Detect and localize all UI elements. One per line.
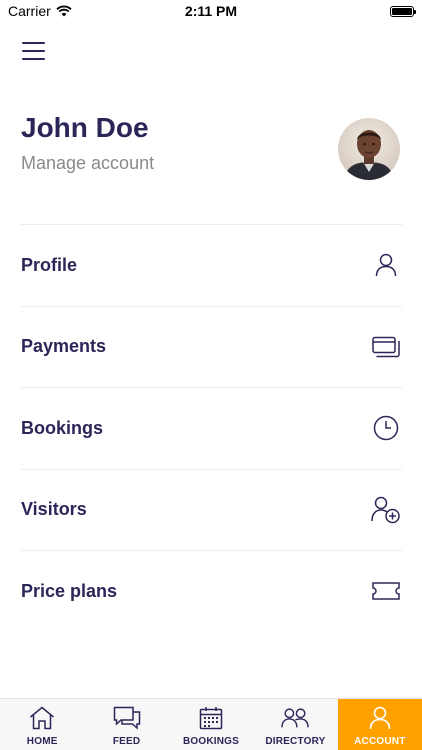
status-bar: Carrier 2:11 PM bbox=[0, 0, 422, 22]
menu-item-label: Payments bbox=[21, 336, 107, 357]
hamburger-line bbox=[22, 58, 45, 60]
carrier-label: Carrier bbox=[8, 3, 51, 19]
user-icon bbox=[366, 705, 394, 731]
menu-item-label: Bookings bbox=[21, 417, 104, 438]
menu-item-visitors[interactable]: Visitors bbox=[21, 468, 402, 551]
ticket-icon bbox=[371, 576, 401, 606]
bottom-tab-bar: HOME FEED BOOKINGS DIRECTORY ACCOUNT bbox=[0, 698, 422, 750]
people-icon bbox=[281, 705, 310, 731]
tab-label: DIRECTORY bbox=[265, 736, 326, 747]
cards-icon bbox=[371, 332, 401, 362]
status-left: Carrier bbox=[8, 3, 72, 19]
account-menu: Profile Payments Bookings Visitors Price… bbox=[21, 224, 402, 632]
home-icon bbox=[28, 705, 56, 731]
tab-label: ACCOUNT bbox=[354, 736, 406, 747]
menu-item-label: Visitors bbox=[21, 499, 87, 520]
tab-feed[interactable]: FEED bbox=[84, 699, 168, 750]
menu-item-payments[interactable]: Payments bbox=[21, 305, 402, 388]
user-icon bbox=[371, 250, 401, 280]
user-name: John Doe bbox=[21, 112, 149, 143]
clock-icon bbox=[371, 413, 401, 443]
menu-item-price-plans[interactable]: Price plans bbox=[21, 550, 402, 632]
battery-icon bbox=[390, 5, 416, 17]
tab-label: FEED bbox=[112, 736, 141, 747]
hamburger-line bbox=[22, 42, 45, 44]
menu-item-bookings[interactable]: Bookings bbox=[21, 387, 402, 469]
manage-account-link[interactable]: Manage account bbox=[21, 153, 154, 174]
avatar-image bbox=[338, 118, 400, 180]
menu-hamburger-button[interactable] bbox=[22, 40, 46, 62]
tab-label: HOME bbox=[26, 736, 58, 747]
wifi-icon bbox=[56, 5, 72, 17]
avatar[interactable] bbox=[338, 118, 400, 180]
menu-item-label: Profile bbox=[21, 254, 78, 275]
calendar-icon bbox=[197, 705, 225, 731]
tab-home[interactable]: HOME bbox=[0, 699, 84, 750]
menu-item-label: Price plans bbox=[21, 580, 118, 601]
menu-item-profile[interactable]: Profile bbox=[21, 224, 402, 306]
tab-label: BOOKINGS bbox=[182, 736, 240, 747]
tab-bookings[interactable]: BOOKINGS bbox=[169, 699, 253, 750]
hamburger-line bbox=[22, 50, 45, 52]
tab-account[interactable]: ACCOUNT bbox=[337, 699, 422, 750]
chat-icon bbox=[113, 705, 141, 731]
tab-directory[interactable]: DIRECTORY bbox=[253, 699, 337, 750]
add-user-icon bbox=[371, 495, 401, 525]
